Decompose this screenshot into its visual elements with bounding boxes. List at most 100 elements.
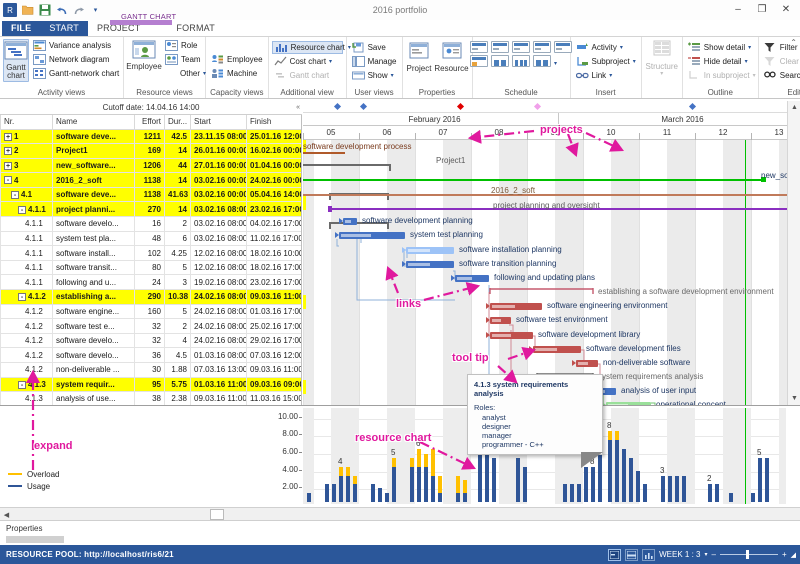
resource-usage-bar[interactable] bbox=[563, 484, 567, 502]
timeline-marker[interactable] bbox=[533, 102, 542, 111]
resource-usage-bar[interactable] bbox=[608, 440, 612, 502]
resource-usage-bar[interactable] bbox=[378, 487, 382, 502]
resource-usage-bar[interactable] bbox=[417, 466, 421, 502]
employee-view-button[interactable]: Employee bbox=[126, 39, 162, 71]
resource-usage-bar[interactable] bbox=[629, 457, 633, 502]
resource-usage-bar[interactable] bbox=[584, 466, 588, 502]
chevron-down-icon[interactable]: ▾ bbox=[609, 72, 612, 79]
resource-usage-bar[interactable] bbox=[715, 484, 719, 502]
chevron-down-icon[interactable]: ▾ bbox=[391, 72, 394, 79]
col-header-finish[interactable]: Finish bbox=[246, 115, 301, 130]
row-expander[interactable]: - bbox=[18, 380, 26, 389]
resource-usage-bar[interactable] bbox=[668, 475, 672, 502]
resource-usage-bar[interactable] bbox=[615, 440, 619, 502]
gantt-task-bar[interactable] bbox=[490, 303, 542, 310]
chevron-down-icon[interactable]: ▾ bbox=[554, 60, 557, 67]
resource-overload-bar[interactable] bbox=[431, 449, 435, 476]
tab-start[interactable]: START bbox=[40, 21, 88, 36]
resource-overload-bar[interactable] bbox=[456, 475, 460, 494]
resource-usage-bar[interactable] bbox=[729, 493, 733, 502]
gantt-task-bar[interactable] bbox=[455, 275, 489, 282]
gantt-task-bar[interactable] bbox=[406, 247, 454, 254]
task-table-pane[interactable]: Nr. Name Effort Dur... Start Finish +1 so… bbox=[0, 115, 302, 405]
maximize-button[interactable]: ❐ bbox=[750, 0, 774, 18]
gantt-chart-button[interactable]: Gantt chart bbox=[3, 39, 29, 82]
chart-view-button[interactable] bbox=[642, 548, 656, 561]
network-diagram-button[interactable]: Network diagram bbox=[31, 53, 121, 66]
resource-usage-bar[interactable] bbox=[751, 493, 755, 502]
resource-usage-bar[interactable] bbox=[463, 493, 467, 502]
gantt-network-chart-button[interactable]: Gantt-network chart bbox=[31, 67, 121, 80]
close-button[interactable]: ✕ bbox=[774, 0, 798, 18]
variance-analysis-button[interactable]: Variance analysis bbox=[31, 39, 121, 52]
detail-view-button[interactable] bbox=[625, 548, 639, 561]
schedule-option-d[interactable] bbox=[533, 55, 551, 67]
show-view-button[interactable]: Show ▾ bbox=[350, 69, 399, 82]
resource-usage-bar[interactable] bbox=[591, 466, 595, 502]
row-expander[interactable]: + bbox=[4, 147, 12, 156]
table-row[interactable]: 4.1.1 system test pla... 48 6 03.02.16 08:00… bbox=[0, 230, 301, 247]
capacity-employee-button[interactable]: Employee bbox=[209, 53, 265, 66]
zoom-slider[interactable] bbox=[719, 550, 778, 559]
other-resource-button[interactable]: Other ▾ bbox=[163, 67, 208, 80]
row-expander[interactable]: - bbox=[18, 293, 26, 302]
table-row[interactable]: +1 software deve... 1211 42.5 23.11.15 08:00… bbox=[0, 128, 301, 145]
gantt-task-bar[interactable] bbox=[490, 317, 511, 324]
insert-link-button[interactable]: Link ▾ bbox=[574, 69, 638, 82]
resource-chart-pane[interactable]: Overload Usage 10.00 8.00 6.00 4.00 2.00 456… bbox=[0, 405, 800, 520]
row-expander[interactable]: - bbox=[18, 205, 26, 214]
role-button[interactable]: Role bbox=[163, 39, 208, 52]
resource-overload-bar[interactable] bbox=[463, 479, 467, 494]
row-expander[interactable]: - bbox=[4, 176, 12, 185]
resource-usage-bar[interactable] bbox=[438, 493, 442, 502]
gantt-task-bar[interactable] bbox=[406, 261, 454, 268]
gantt-task-bar[interactable] bbox=[490, 332, 533, 339]
resource-usage-bar[interactable] bbox=[325, 484, 329, 502]
resource-usage-bar[interactable] bbox=[371, 484, 375, 502]
timeline-marker[interactable] bbox=[333, 102, 342, 111]
resize-grip-icon[interactable]: ◢ bbox=[791, 551, 796, 559]
chevron-down-icon[interactable]: ▾ bbox=[620, 44, 623, 51]
col-header-start[interactable]: Start bbox=[190, 115, 247, 130]
resource-overload-bar[interactable] bbox=[392, 457, 396, 467]
schedule-scale-25x[interactable] bbox=[491, 41, 509, 53]
table-row[interactable]: 4.1.1 following and u... 24 3 19.02.16 08:00… bbox=[0, 274, 301, 291]
scroll-up-arrow[interactable]: ▲ bbox=[788, 101, 800, 114]
table-row[interactable]: 4.1.2 software test e... 32 2 24.02.16 08:00… bbox=[0, 318, 301, 334]
resource-chart-button[interactable]: Resource chart ▾ bbox=[271, 41, 351, 54]
gantt-task-bar[interactable] bbox=[339, 232, 405, 239]
resource-usage-bar[interactable] bbox=[675, 475, 679, 502]
resource-usage-bar[interactable] bbox=[682, 475, 686, 502]
scroll-left-arrow[interactable]: ◀ bbox=[1, 509, 12, 520]
resource-overload-bar[interactable] bbox=[615, 431, 619, 441]
resource-usage-bar[interactable] bbox=[643, 484, 647, 502]
timeline-marker[interactable] bbox=[456, 102, 465, 111]
resource-usage-bar[interactable] bbox=[431, 475, 435, 502]
col-header-dur[interactable]: Dur... bbox=[164, 115, 191, 130]
row-expander[interactable]: + bbox=[4, 132, 12, 141]
schedule-option-a[interactable] bbox=[470, 55, 488, 67]
table-row[interactable]: 4.1.1 software transit... 80 5 12.02.16 08:0… bbox=[0, 259, 301, 276]
scroll-down-arrow[interactable]: ▼ bbox=[788, 392, 800, 405]
resource-overload-bar[interactable] bbox=[346, 466, 350, 476]
col-header-nr[interactable]: Nr. bbox=[0, 115, 53, 130]
resource-usage-bar[interactable] bbox=[392, 466, 396, 502]
zoom-slider-thumb[interactable] bbox=[745, 550, 749, 559]
collapse-panel-icon[interactable]: « bbox=[296, 104, 300, 111]
properties-label[interactable]: Properties bbox=[6, 524, 42, 533]
chevron-down-icon[interactable]: ▾ bbox=[704, 551, 707, 558]
resource-usage-bar[interactable] bbox=[765, 457, 769, 502]
resource-overload-bar[interactable] bbox=[424, 453, 428, 467]
table-row[interactable]: +3 new_software... 1206 44 27.01.16 00:00 01.… bbox=[0, 157, 301, 174]
resource-overload-bar[interactable] bbox=[410, 457, 414, 467]
chevron-down-icon[interactable]: ▾ bbox=[329, 58, 332, 65]
resource-usage-bar[interactable] bbox=[353, 484, 357, 502]
table-row[interactable]: 4.1.2 software develo... 36 4.5 01.03.16 08:… bbox=[0, 347, 301, 363]
search-button[interactable]: Search bbox=[762, 69, 800, 82]
schedule-option-c[interactable] bbox=[512, 55, 530, 67]
save-view-button[interactable]: Save bbox=[350, 41, 399, 54]
resource-overload-bar[interactable] bbox=[438, 475, 442, 494]
resource-usage-bar[interactable] bbox=[523, 466, 527, 502]
table-row[interactable]: 4.1.1 software install... 102 4.25 12.02.16 … bbox=[0, 245, 301, 261]
resource-usage-bar[interactable] bbox=[456, 493, 460, 502]
